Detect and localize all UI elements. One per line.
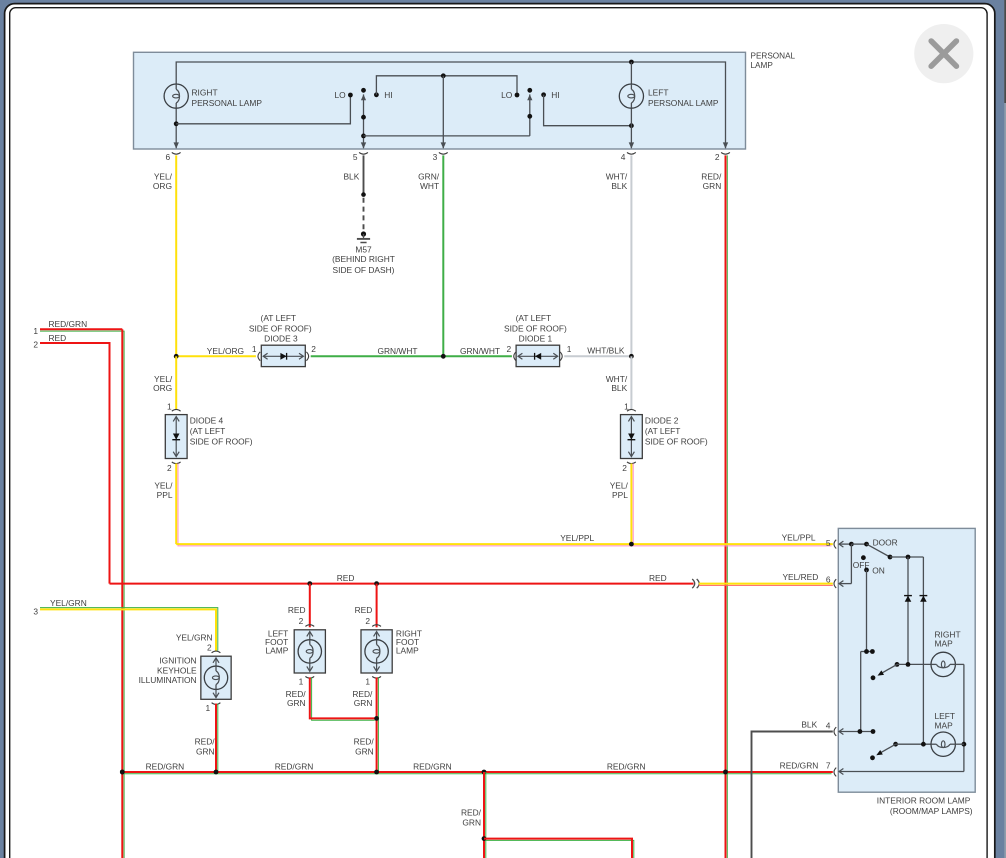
svg-text:YEL/RED: YEL/RED [782,572,818,582]
svg-text:3: 3 [33,606,38,616]
svg-text:BLK: BLK [343,172,359,182]
svg-text:SIDE OF ROOF): SIDE OF ROOF) [504,324,567,334]
svg-text:BLK: BLK [611,383,627,393]
svg-text:LAMP: LAMP [396,645,419,655]
svg-text:1: 1 [206,703,211,713]
svg-text:2: 2 [299,616,304,626]
svg-text:7: 7 [826,760,831,770]
svg-text:2: 2 [715,152,720,162]
svg-text:RED: RED [355,605,373,615]
svg-text:RED/: RED/ [354,737,375,747]
svg-text:MAP: MAP [935,639,954,649]
svg-text:SIDE OF DASH): SIDE OF DASH) [333,265,395,275]
svg-text:ON: ON [872,566,885,576]
svg-text:(AT LEFT: (AT LEFT [516,313,552,323]
svg-text:RED/GRN: RED/GRN [607,762,646,772]
svg-text:ILLUMINATION: ILLUMINATION [139,675,197,685]
svg-text:KEYHOLE: KEYHOLE [157,665,197,675]
svg-text:2: 2 [311,344,316,354]
svg-text:GRN: GRN [287,698,306,708]
svg-text:RED: RED [337,573,355,583]
svg-text:LO: LO [335,90,347,100]
svg-text:YEL/GRN: YEL/GRN [50,598,87,608]
svg-text:2: 2 [33,340,38,350]
svg-text:PERSONAL LAMP: PERSONAL LAMP [192,98,263,108]
svg-text:1: 1 [252,344,257,354]
svg-text:SIDE OF ROOF): SIDE OF ROOF) [190,437,253,447]
svg-text:BLK: BLK [801,720,817,730]
svg-text:(AT LEFT: (AT LEFT [190,426,226,436]
svg-text:GRN/WHT: GRN/WHT [460,346,500,356]
svg-text:LO: LO [501,90,513,100]
svg-text:SIDE OF ROOF): SIDE OF ROOF) [645,437,708,447]
svg-text:DIODE 4: DIODE 4 [190,416,224,426]
svg-text:PERSONAL LAMP: PERSONAL LAMP [648,98,719,108]
svg-text:LEFT: LEFT [648,87,668,97]
svg-text:2: 2 [167,463,172,473]
svg-text:5: 5 [353,152,358,162]
svg-text:1: 1 [624,402,629,412]
svg-text:WHT/BLK: WHT/BLK [587,346,625,356]
svg-text:GRN: GRN [703,181,722,191]
svg-text:5: 5 [826,538,831,548]
svg-text:2: 2 [365,616,370,626]
svg-text:RED/: RED/ [461,807,482,817]
svg-text:HI: HI [384,90,392,100]
svg-text:(BEHIND RIGHT: (BEHIND RIGHT [332,254,395,264]
svg-text:GRN: GRN [462,818,481,828]
svg-text:1: 1 [167,402,172,412]
svg-text:6: 6 [166,152,171,162]
svg-text:GRN: GRN [354,698,373,708]
svg-text:YEL/GRN: YEL/GRN [176,632,213,642]
svg-text:BLK: BLK [611,181,627,191]
svg-text:3: 3 [433,152,438,162]
svg-text:PPL: PPL [157,490,173,500]
svg-text:(ROOM/MAP LAMPS): (ROOM/MAP LAMPS) [890,806,973,816]
svg-text:RED/GRN: RED/GRN [780,761,819,771]
svg-text:(AT LEFT: (AT LEFT [645,426,681,436]
svg-text:RIGHT: RIGHT [192,87,218,97]
svg-text:RED: RED [49,333,67,343]
svg-text:4: 4 [826,720,831,730]
svg-text:SIDE OF ROOF): SIDE OF ROOF) [249,324,312,334]
svg-text:6: 6 [826,574,831,584]
svg-text:INTERIOR ROOM LAMP: INTERIOR ROOM LAMP [877,795,971,805]
svg-text:1: 1 [299,676,304,686]
svg-text:2: 2 [622,463,627,473]
svg-text:PERSONAL: PERSONAL [751,52,796,61]
svg-text:DIODE 2: DIODE 2 [645,416,679,426]
svg-text:4: 4 [621,152,626,162]
svg-text:GRN: GRN [196,746,215,756]
svg-text:RED/GRN: RED/GRN [275,762,314,772]
svg-text:1: 1 [567,344,572,354]
svg-text:DIODE 3: DIODE 3 [264,334,298,344]
svg-text:WHT: WHT [420,181,439,191]
svg-text:RED/: RED/ [195,737,216,747]
svg-text:2: 2 [207,642,212,652]
svg-text:RED: RED [649,573,667,583]
svg-text:YEL/PPL: YEL/PPL [560,533,594,543]
svg-text:HI: HI [551,90,559,100]
svg-text:IGNITION: IGNITION [159,655,196,665]
svg-text:LAMP: LAMP [265,645,288,655]
svg-text:GRN: GRN [355,746,374,756]
svg-text:1: 1 [365,676,370,686]
svg-text:PPL: PPL [612,490,628,500]
svg-text:RED/GRN: RED/GRN [413,762,452,772]
svg-text:1: 1 [33,326,38,336]
svg-text:LAMP: LAMP [751,61,774,70]
svg-text:MAP: MAP [935,721,954,731]
svg-text:ORG: ORG [153,383,172,393]
svg-text:2: 2 [507,344,512,354]
svg-text:ORG: ORG [153,181,172,191]
svg-text:RED/GRN: RED/GRN [146,762,185,772]
svg-text:(AT LEFT: (AT LEFT [261,313,297,323]
svg-text:RED/GRN: RED/GRN [49,319,88,329]
svg-text:YEL/ORG: YEL/ORG [207,346,244,356]
svg-text:DOOR: DOOR [873,537,898,547]
svg-text:YEL/PPL: YEL/PPL [782,533,816,543]
svg-text:GRN/WHT: GRN/WHT [377,346,417,356]
svg-text:RED: RED [288,605,306,615]
svg-text:DIODE 1: DIODE 1 [519,334,553,344]
